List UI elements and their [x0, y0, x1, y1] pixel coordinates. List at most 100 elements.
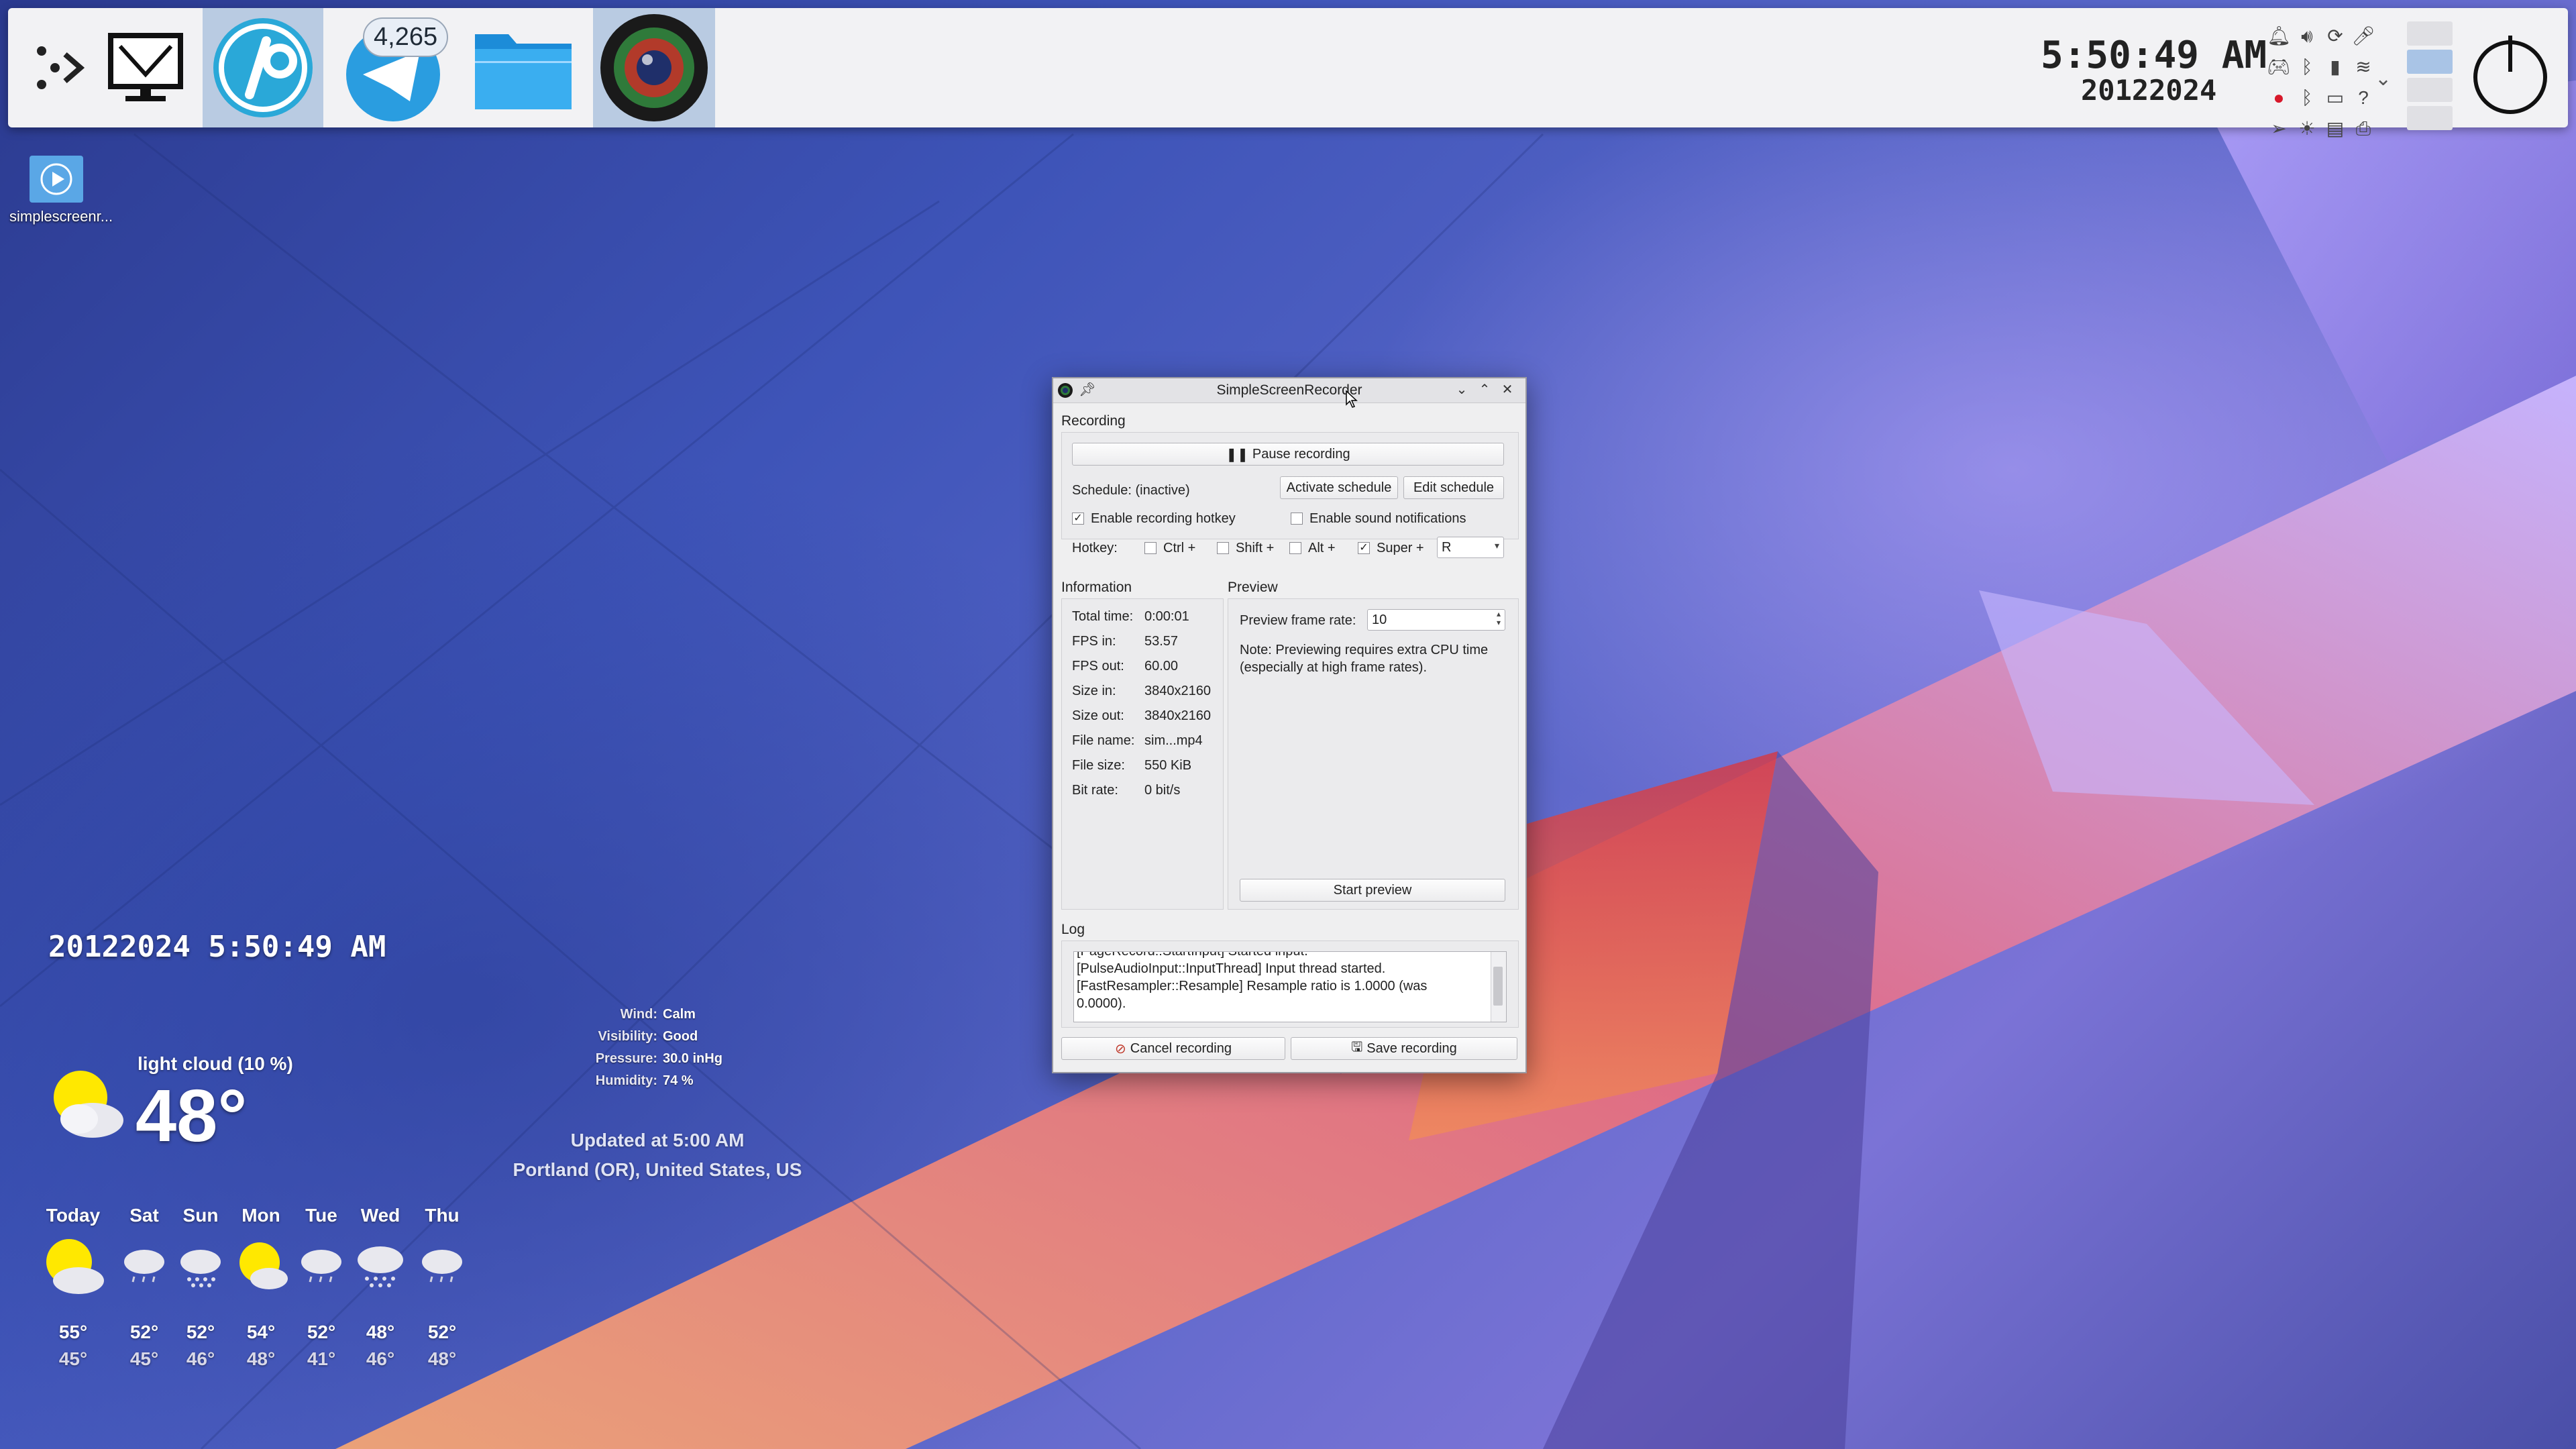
virtual-desktop-pager[interactable]: [2407, 21, 2454, 130]
section-log: Log: [1061, 922, 1085, 937]
application-launcher-button[interactable]: [21, 8, 95, 127]
alt-checkbox[interactable]: [1289, 542, 1301, 554]
pager-desktop-1[interactable]: [2407, 21, 2453, 46]
info-size-in: 3840x2160: [1144, 684, 1211, 698]
mouse-cursor-icon: [1346, 390, 1358, 408]
window-titlebar[interactable]: 📌︎ SimpleScreenRecorder ⌄ ⌃ ✕: [1053, 378, 1525, 403]
info-fps-out: 60.00: [1144, 659, 1179, 674]
cloud-rain-icon: [405, 1226, 479, 1307]
preview-rate-label: Preview frame rate:: [1240, 613, 1356, 628]
update-icon[interactable]: ⟳: [2322, 23, 2349, 50]
save-recording-button[interactable]: 🖫︎ Save recording: [1291, 1037, 1517, 1060]
volume-icon[interactable]: 🔊︎: [2294, 23, 2320, 50]
activate-schedule-button[interactable]: Activate schedule: [1280, 476, 1398, 499]
video-file-icon: [30, 156, 83, 203]
section-recording: Recording: [1061, 413, 1126, 429]
section-information: Information: [1061, 580, 1132, 595]
start-preview-button[interactable]: Start preview: [1240, 879, 1505, 902]
detail-humidity: Humidity: 74 %: [595, 1073, 694, 1088]
alt-label: Alt +: [1308, 541, 1336, 555]
monitor-icon: [108, 33, 183, 101]
hotkey-key-select[interactable]: R ▾: [1437, 537, 1504, 558]
chevron-down-icon[interactable]: ⌄: [2375, 67, 2392, 91]
camera-lens-app-icon: [600, 14, 708, 121]
panel-clock-date[interactable]: 20122024: [2081, 74, 2216, 107]
ctrl-checkbox[interactable]: [1144, 542, 1157, 554]
current-temperature: 48°: [136, 1075, 248, 1157]
info-key: Size out:: [1072, 708, 1124, 723]
desktop-file-icon[interactable]: simplescreenr...: [9, 156, 113, 225]
chevron-down-icon: ▾: [1494, 540, 1499, 551]
help-icon[interactable]: ?: [2350, 85, 2377, 111]
battery-icon[interactable]: ▮: [2322, 54, 2349, 80]
info-size-out: 3840x2160: [1144, 708, 1211, 723]
printer-icon[interactable]: ⎙: [2350, 115, 2377, 142]
telegram-tray-icon[interactable]: ➢: [2265, 115, 2292, 142]
widget-datetime: 20122024 5:50:49 AM: [48, 930, 386, 964]
spin-arrows-icon[interactable]: ▴ ▾: [1497, 610, 1501, 627]
schedule-status: Schedule: (inactive): [1072, 483, 1190, 498]
gamepad-icon[interactable]: 🎮︎: [2265, 54, 2292, 80]
preview-rate-spinbox[interactable]: 10 ▴ ▾: [1367, 609, 1505, 631]
weather-location: Portland (OR), United States, US: [513, 1159, 802, 1180]
panel-clock-time[interactable]: 5:50:49 AM: [2041, 34, 2267, 77]
info-bit-rate: 0 bit/s: [1144, 783, 1181, 798]
cancel-recording-button[interactable]: ⊘ Cancel recording: [1061, 1037, 1285, 1060]
info-key: Bit rate:: [1072, 783, 1118, 798]
pager-desktop-3[interactable]: [2407, 78, 2453, 102]
kickoff-dots-icon: [37, 46, 85, 89]
task-telegram[interactable]: 4,265: [333, 8, 453, 127]
updated-time: Updated at 5:00 AM: [570, 1130, 745, 1150]
super-checkbox[interactable]: ✓: [1358, 542, 1370, 554]
enable-hotkey-checkbox[interactable]: ✓: [1072, 513, 1084, 525]
sun-cloud-icon: [36, 1226, 110, 1307]
task-file-manager[interactable]: [463, 8, 584, 127]
detail-wind: Wind: Calm: [620, 1007, 696, 1022]
edit-schedule-button[interactable]: Edit schedule: [1403, 476, 1504, 499]
pager-desktop-2[interactable]: [2407, 50, 2453, 74]
task-inkscape[interactable]: [203, 8, 323, 127]
log-line: [FastResampler::Resample] Resample ratio…: [1077, 979, 1428, 1011]
hotkey-label: Hotkey:: [1072, 541, 1118, 555]
shift-checkbox[interactable]: [1217, 542, 1229, 554]
power-button[interactable]: [2467, 32, 2554, 122]
chevron-down-icon[interactable]: ⌄: [1452, 381, 1472, 398]
info-key: File name:: [1072, 733, 1135, 748]
info-file-name: sim...mp4: [1144, 733, 1203, 748]
record-indicator-icon[interactable]: ●: [2265, 85, 2292, 111]
system-tray: 🔔︎ 🔊︎ ⟳ 🎤︎ 🎮︎ ᛒ ▮ ≋ ● ᛒ ▭ ? ➢ ☀ ▤ ⎙: [2265, 23, 2386, 139]
top-panel: 4,265 5:50:49 AM 20122024 🔔︎ 🔊︎ ⟳ 🎤︎ 🎮︎ …: [8, 8, 2568, 139]
log-scrollbar[interactable]: [1491, 952, 1506, 1022]
pause-recording-button[interactable]: ❚❚ Pause recording: [1072, 443, 1504, 466]
pager-desktop-4[interactable]: [2407, 106, 2453, 130]
forecast-day: Today 55° 45°: [36, 1205, 110, 1370]
enable-hotkey-label: Enable recording hotkey: [1091, 511, 1236, 526]
power-icon: [2473, 36, 2547, 114]
info-fps-in: 53.57: [1144, 634, 1179, 649]
microphone-icon[interactable]: 🎤︎: [2350, 23, 2377, 50]
bell-icon[interactable]: 🔔︎: [2265, 23, 2292, 50]
show-desktop-button[interactable]: [99, 8, 193, 127]
log-line: [PulseAudioInput::InputThread] Input thr…: [1077, 961, 1386, 976]
brightness-icon[interactable]: ☀: [2294, 115, 2320, 142]
clipboard-icon[interactable]: ▤: [2322, 115, 2349, 142]
maximize-icon[interactable]: ⌃: [1474, 381, 1495, 398]
inkscape-app-icon: [213, 18, 313, 117]
preview-note: Note: Previewing requires extra CPU time…: [1240, 643, 1489, 675]
close-icon[interactable]: ✕: [1497, 381, 1517, 398]
enable-sound-checkbox[interactable]: [1291, 513, 1303, 525]
desktop-file-label: simplescreenr...: [9, 208, 113, 225]
bluetooth-icon[interactable]: ᛒ: [2294, 85, 2320, 111]
section-preview: Preview: [1228, 580, 1278, 595]
info-key: File size:: [1072, 758, 1125, 773]
save-icon: 🖫︎: [1351, 1040, 1363, 1055]
info-key: Size in:: [1072, 684, 1116, 698]
wifi-icon[interactable]: ≋: [2350, 54, 2377, 80]
ctrl-label: Ctrl +: [1163, 541, 1196, 555]
bluetooth-icon[interactable]: ᛒ: [2294, 54, 2320, 80]
log-textarea[interactable]: [PageRecord::StartInput] Started input. …: [1073, 951, 1507, 1022]
info-key: FPS in:: [1072, 634, 1116, 649]
task-simplescreenrecorder[interactable]: [593, 8, 715, 127]
telegram-unread-badge: 4,265: [363, 17, 449, 57]
display-icon[interactable]: ▭: [2322, 85, 2349, 111]
